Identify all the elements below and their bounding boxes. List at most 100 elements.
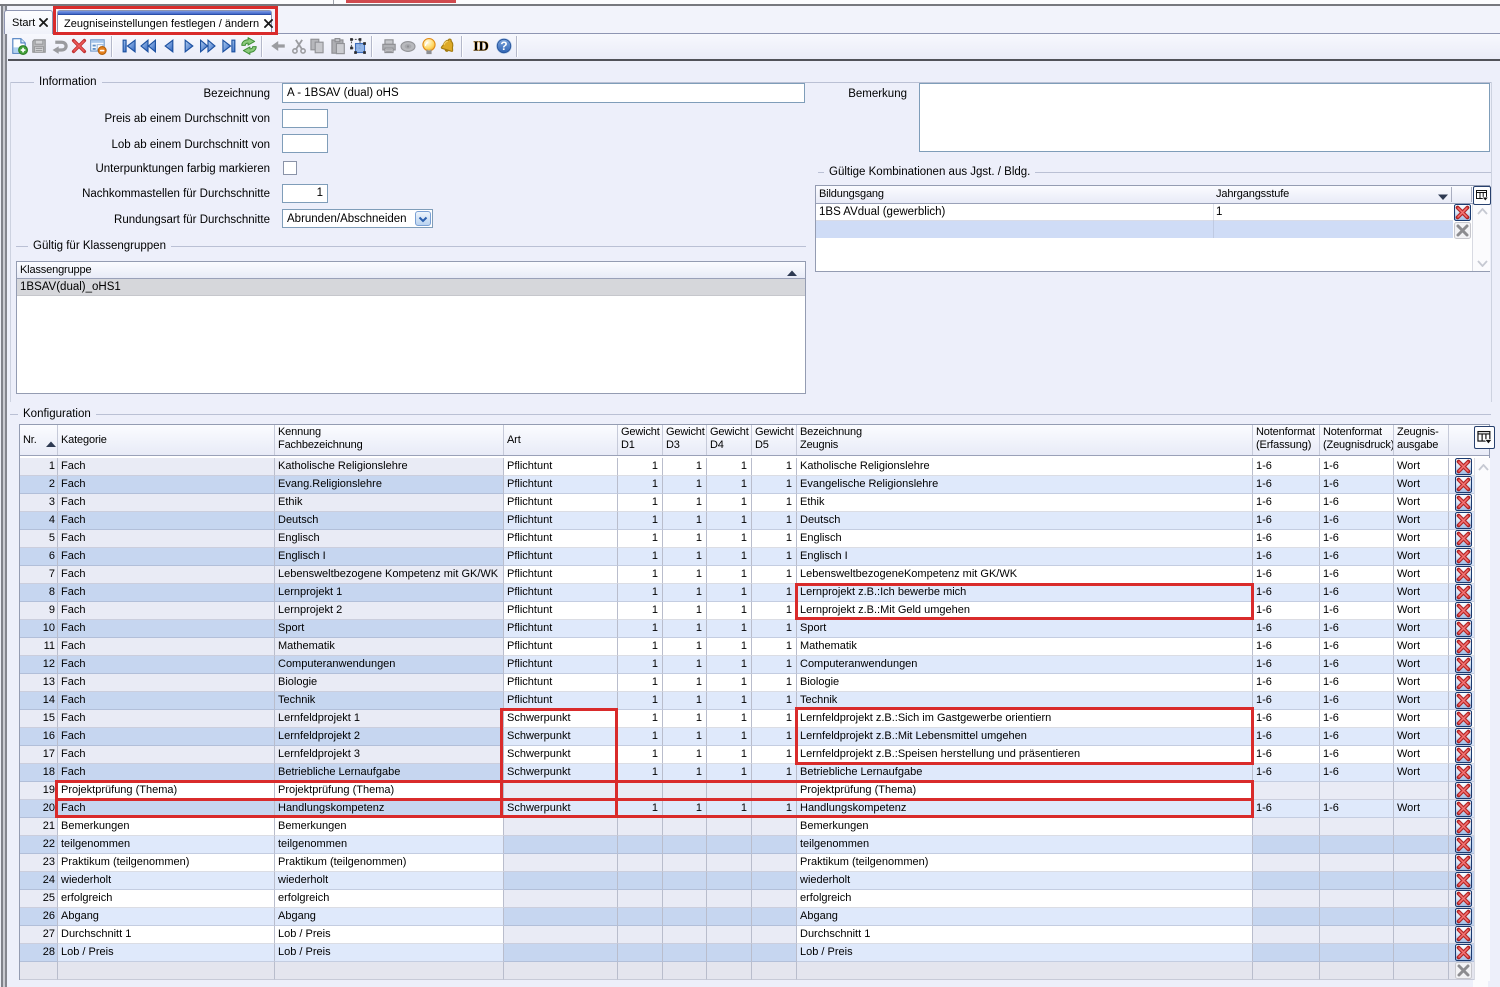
kombinationen-col-bildungsgang[interactable]: Bildungsgang: [816, 186, 1213, 203]
konfiguration-delete-row-button[interactable]: [1455, 836, 1472, 853]
table-row[interactable]: 3FachEthikPflichtunt1111Ethik1-61-6Wort: [20, 494, 1474, 512]
konfiguration-delete-row-button[interactable]: [1455, 854, 1472, 871]
tab-start-close-icon[interactable]: [39, 18, 48, 27]
kombinationen-filter-icon[interactable]: [1438, 192, 1448, 199]
konfiguration-delete-row-button[interactable]: [1455, 764, 1472, 781]
nav-prev-button[interactable]: [160, 37, 178, 55]
nav-prev-fast-button[interactable]: [139, 37, 157, 55]
konfiguration-delete-row-button[interactable]: [1455, 566, 1472, 583]
nav-next-button[interactable]: [180, 37, 198, 55]
table-row[interactable]: 22teilgenommenteilgenommenteilgenommen: [20, 836, 1474, 854]
table-row-empty[interactable]: [20, 962, 1474, 980]
table-row[interactable]: 7FachLebensweltbezogene Kompetenz mit GK…: [20, 566, 1474, 584]
delete-record-button[interactable]: [70, 37, 88, 55]
konfiguration-delete-row-button[interactable]: [1455, 728, 1472, 745]
konfiguration-delete-row-button[interactable]: [1455, 926, 1472, 943]
konfiguration-delete-row-button[interactable]: [1455, 710, 1472, 727]
id-badge-button[interactable]: ID: [472, 37, 490, 55]
table-row[interactable]: 8FachLernprojekt 1Pflichtunt1111Lernproj…: [20, 584, 1474, 602]
table-row-selected[interactable]: 1BSAV(dual)_oHS1: [17, 279, 805, 296]
konfiguration-sort-icon[interactable]: [46, 439, 56, 446]
table-row-selected[interactable]: [816, 221, 1453, 238]
table-row[interactable]: 19Projektprüfung (Thema)Projektprüfung (…: [20, 782, 1474, 800]
konfiguration-delete-row-button[interactable]: [1455, 548, 1472, 565]
paste-button[interactable]: [329, 37, 347, 55]
kombinationen-delete-row-button[interactable]: [1454, 204, 1471, 221]
konfiguration-col-11[interactable]: Zeugnis-ausgabe: [1394, 425, 1449, 455]
bemerkung-textarea[interactable]: [919, 83, 1490, 152]
notify-bell-button[interactable]: [439, 37, 457, 55]
refresh-button[interactable]: [240, 37, 258, 55]
export-disc-button[interactable]: [399, 37, 417, 55]
table-row[interactable]: 27Durchschnitt 1Lob / PreisDurchschnitt …: [20, 926, 1474, 944]
rundungsart-select[interactable]: Abrunden/Abschneiden: [282, 209, 433, 228]
nav-next-fast-button[interactable]: [199, 37, 217, 55]
help-button[interactable]: ?: [495, 37, 513, 55]
konfiguration-col-9[interactable]: Notenformat(Erfassung): [1253, 425, 1320, 455]
konfiguration-col-10[interactable]: Notenformat(Zeugnisdruck): [1320, 425, 1394, 455]
konfiguration-col-1[interactable]: Kategorie: [58, 425, 275, 455]
undo-button[interactable]: [51, 37, 69, 55]
table-row[interactable]: 4FachDeutschPflichtunt1111Deutsch1-61-6W…: [20, 512, 1474, 530]
table-row[interactable]: 11FachMathematikPflichtunt1111Mathematik…: [20, 638, 1474, 656]
table-row[interactable]: 21BemerkungenBemerkungenBemerkungen: [20, 818, 1474, 836]
lob-input[interactable]: [282, 134, 328, 153]
table-row[interactable]: 23Praktikum (teilgenommen)Praktikum (tei…: [20, 854, 1474, 872]
konfiguration-delete-row-button[interactable]: [1455, 872, 1472, 889]
table-row[interactable]: 26AbgangAbgangAbgang: [20, 908, 1474, 926]
konfiguration-delete-row-button[interactable]: [1455, 602, 1472, 619]
rundungsart-dropdown-button[interactable]: [415, 211, 431, 226]
konfiguration-delete-row-button[interactable]: [1455, 890, 1472, 907]
table-row[interactable]: 14FachTechnikPflichtunt1111Technik1-61-6…: [20, 692, 1474, 710]
konfiguration-delete-row-button[interactable]: [1455, 782, 1472, 799]
konfiguration-delete-row-button[interactable]: [1455, 692, 1472, 709]
konfiguration-delete-row-button[interactable]: [1455, 638, 1472, 655]
konfiguration-delete-row-button[interactable]: [1455, 512, 1472, 529]
tab-start[interactable]: Start: [4, 10, 53, 34]
nav-last-button[interactable]: [220, 37, 238, 55]
konfiguration-col-3[interactable]: Art: [504, 425, 618, 455]
table-row[interactable]: 1FachKatholische ReligionslehrePflichtun…: [20, 458, 1474, 476]
table-row[interactable]: 9FachLernprojekt 2Pflichtunt1111Lernproj…: [20, 602, 1474, 620]
konfiguration-col-6[interactable]: GewichtD4: [707, 425, 752, 455]
table-row[interactable]: 13FachBiologiePflichtunt1111Biologie1-61…: [20, 674, 1474, 692]
tab-active-close-icon[interactable]: [264, 19, 273, 28]
back-arrow-button[interactable]: [269, 37, 287, 55]
table-row[interactable]: 25erfolgreicherfolgreicherfolgreich: [20, 890, 1474, 908]
konfiguration-delete-row-button[interactable]: [1455, 476, 1472, 493]
konfiguration-delete-row-button[interactable]: [1455, 530, 1472, 547]
konfiguration-col-7[interactable]: GewichtD5: [752, 425, 797, 455]
nav-first-button[interactable]: [120, 37, 138, 55]
form-remove-button[interactable]: [89, 37, 107, 55]
kombinationen-column-chooser-button[interactable]: [1473, 186, 1491, 205]
konfiguration-delete-row-button[interactable]: [1455, 584, 1472, 601]
save-button[interactable]: [30, 37, 48, 55]
table-row[interactable]: 5FachEnglischPflichtunt1111Englisch1-61-…: [20, 530, 1474, 548]
table-row[interactable]: 6FachEnglisch IPflichtunt1111Englisch I1…: [20, 548, 1474, 566]
select-region-button[interactable]: [349, 37, 367, 55]
konfiguration-scrollbar[interactable]: [1474, 458, 1490, 981]
tab-zeugniseinstellungen[interactable]: Zeugniseinstellungen festlegen / ändern: [57, 10, 272, 34]
nachkommastellen-input[interactable]: 1: [282, 184, 328, 203]
preis-input[interactable]: [282, 109, 328, 128]
konfiguration-delete-row-button[interactable]: [1455, 818, 1472, 835]
konfiguration-delete-row-button[interactable]: [1455, 908, 1472, 925]
table-row[interactable]: 28Lob / PreisLob / PreisLob / Preis: [20, 944, 1474, 962]
hint-bulb-button[interactable]: [420, 37, 438, 55]
konfiguration-column-chooser-button[interactable]: [1474, 426, 1495, 449]
bezeichnung-input[interactable]: A - 1BSAV (dual) oHS: [282, 83, 805, 103]
konfiguration-col-2[interactable]: KennungFachbezeichnung: [275, 425, 504, 455]
table-row[interactable]: 20FachHandlungskompetenzSchwerpunkt1111H…: [20, 800, 1474, 818]
konfiguration-col-8[interactable]: BezeichnungZeugnis: [797, 425, 1253, 455]
table-row[interactable]: 18FachBetriebliche LernaufgabeSchwerpunk…: [20, 764, 1474, 782]
copy-button[interactable]: [308, 37, 326, 55]
table-row[interactable]: 1BS AVdual (gewerblich)1: [816, 204, 1453, 221]
table-row[interactable]: 24wiederholtwiederholtwiederholt: [20, 872, 1474, 890]
klassengruppen-sort-icon[interactable]: [787, 268, 797, 275]
print-button[interactable]: [380, 37, 398, 55]
konfiguration-delete-row-button[interactable]: [1455, 458, 1472, 475]
kombinationen-col-jahrgangsstufe[interactable]: Jahrgangsstufe: [1213, 186, 1451, 203]
konfiguration-delete-row-button[interactable]: [1455, 944, 1472, 961]
konfiguration-delete-row-button[interactable]: [1455, 656, 1472, 673]
table-row[interactable]: 12FachComputeranwendungenPflichtunt1111C…: [20, 656, 1474, 674]
